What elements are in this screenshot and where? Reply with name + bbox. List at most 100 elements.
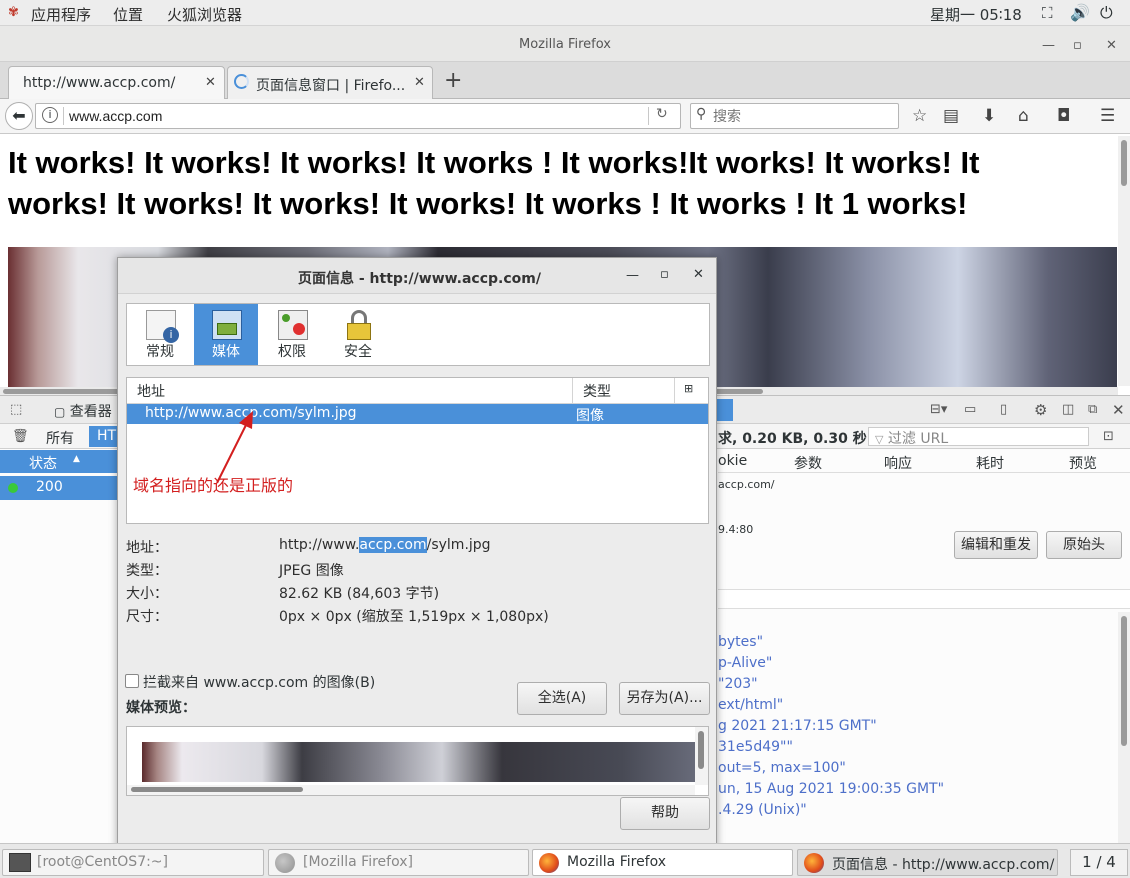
header-value: un, 15 Aug 2021 19:00:35 GMT" <box>718 781 945 797</box>
clock[interactable]: 星期一 05∶18 <box>930 4 1022 25</box>
filter-all-button[interactable]: 所有 <box>46 428 74 448</box>
scroll-thumb[interactable] <box>1121 140 1127 186</box>
filter-icon: ▽ <box>875 433 884 446</box>
trash-icon[interactable]: 🗑 <box>12 429 29 444</box>
power-icon[interactable]: ⏻ <box>1100 3 1113 23</box>
tab-inspector[interactable]: ▢ 查看器 <box>54 401 112 421</box>
column-picker-icon[interactable]: ⊞ <box>684 382 693 395</box>
tab-accp[interactable]: http://www.accp.com/ ✕ <box>8 66 225 99</box>
tab-strip: http://www.accp.com/ ✕ 页面信息窗口 | Firefo..… <box>0 62 1130 99</box>
preview-horizontal-scrollbar[interactable] <box>127 785 695 795</box>
requests-summary: 求, 0.20 KB, 0.30 秒 <box>718 431 867 447</box>
raw-headers-button[interactable]: 原始头 <box>1046 531 1122 559</box>
reading-list-icon[interactable]: ▤ <box>943 106 959 126</box>
page-heading: It works! It works! It works! It works !… <box>8 145 980 221</box>
tab-label: 媒体 <box>212 344 240 360</box>
downloads-icon[interactable]: ⬇ <box>982 106 996 126</box>
workspace-indicator[interactable]: 1 / 4 <box>1070 849 1128 876</box>
close-devtools-icon[interactable]: ✕ <box>1112 401 1125 419</box>
task-label: [root@CentOS7:~] <box>37 854 169 870</box>
tab-cookies[interactable]: okie <box>718 453 747 469</box>
search-input[interactable] <box>713 107 893 125</box>
new-tab-icon[interactable]: + <box>444 68 462 93</box>
filter-html-button[interactable]: HT <box>89 426 117 447</box>
network-icon[interactable]: ⛶ <box>1042 4 1053 22</box>
url-bar[interactable]: i ↻ <box>35 103 681 129</box>
address-value-selected: accp.com <box>359 537 427 553</box>
scroll-thumb[interactable] <box>1121 616 1127 746</box>
firefox-app-menu[interactable]: 火狐浏览器 <box>167 4 242 25</box>
scroll-thumb[interactable] <box>698 731 704 769</box>
toggle-sidebar-icon[interactable]: ⊡ <box>1103 429 1114 444</box>
reload-icon[interactable]: ↻ <box>656 106 668 122</box>
pocket-icon[interactable]: ◘ <box>1057 106 1070 126</box>
console-icon[interactable]: ▭ <box>964 402 976 417</box>
tab-label: 权限 <box>278 344 306 360</box>
tab-preview[interactable]: 预览 <box>1069 453 1097 473</box>
tab-timings[interactable]: 耗时 <box>976 453 1004 473</box>
minimize-icon[interactable]: — <box>626 268 639 283</box>
block-images-checkbox[interactable] <box>125 674 139 688</box>
tab-general[interactable]: i 常规 <box>128 304 192 365</box>
responsive-icon[interactable]: ▯ <box>1000 402 1007 417</box>
task-terminal[interactable]: [root@CentOS7:~] <box>2 849 264 876</box>
save-as-button[interactable]: 另存为(A)... <box>619 682 710 715</box>
applications-menu[interactable]: 应用程序 <box>31 4 91 25</box>
tab-label: 页面信息窗口 | Firefo... <box>256 78 406 94</box>
window-title: Mozilla Firefox <box>519 37 611 52</box>
permissions-icon <box>278 310 308 340</box>
task-firefox[interactable]: Mozilla Firefox <box>532 849 793 876</box>
places-menu[interactable]: 位置 <box>113 4 143 25</box>
filter-url-box[interactable]: ▽ 过滤 URL <box>868 427 1089 447</box>
close-icon[interactable]: ✕ <box>1106 38 1117 53</box>
page-vertical-scrollbar[interactable] <box>1118 136 1130 386</box>
home-icon[interactable]: ⌂ <box>1018 106 1029 126</box>
request-row[interactable]: 200 <box>0 476 118 500</box>
minimize-icon[interactable]: — <box>1042 38 1055 53</box>
url-input[interactable] <box>69 107 639 125</box>
search-bar[interactable]: ⚲ <box>690 103 899 129</box>
settings-gear-icon[interactable]: ⚙ <box>1034 401 1047 419</box>
tab-media[interactable]: 媒体 <box>194 304 258 365</box>
bookmark-star-icon[interactable]: ☆ <box>912 106 927 126</box>
size-label: 大小： <box>126 586 168 602</box>
edit-resend-button[interactable]: 编辑和重发 <box>954 531 1038 559</box>
media-icon <box>212 310 242 340</box>
close-tab-icon[interactable]: ✕ <box>414 75 425 90</box>
tab-page-info[interactable]: 页面信息窗口 | Firefo... ✕ <box>227 66 433 99</box>
info-icon[interactable]: i <box>42 107 58 123</box>
tab-response[interactable]: 响应 <box>884 453 912 473</box>
column-header-address[interactable]: 地址 <box>137 381 165 401</box>
document-info-icon: i <box>146 310 179 343</box>
maximize-icon[interactable]: ▫ <box>1073 38 1082 53</box>
headers-scrollbar[interactable] <box>1118 612 1130 844</box>
status-column-header[interactable]: 状态 ▲ <box>0 450 118 473</box>
dock-side-icon[interactable]: ◫ <box>1062 402 1074 417</box>
volume-icon[interactable]: 🔊 <box>1070 3 1090 22</box>
tab-permissions[interactable]: 权限 <box>260 304 324 365</box>
layout-icon[interactable]: ⊟▾ <box>930 402 947 417</box>
firefox-icon <box>539 853 559 873</box>
back-button[interactable]: ⬅ <box>5 102 33 130</box>
undock-icon[interactable]: ⧉ <box>1088 402 1097 417</box>
select-all-button[interactable]: 全选(A) <box>517 682 607 715</box>
tab-security[interactable]: 安全 <box>326 304 390 365</box>
block-images-label[interactable]: 拦截来自 www.accp.com 的图像(B) <box>143 672 375 692</box>
task-firefox-minimized[interactable]: [Mozilla Firefox] <box>268 849 529 876</box>
tab-params[interactable]: 参数 <box>794 453 822 473</box>
pick-element-icon[interactable]: ⬚ <box>10 402 22 417</box>
help-button[interactable]: 帮助 <box>620 797 710 830</box>
hamburger-menu-icon[interactable]: ☰ <box>1100 106 1115 126</box>
close-tab-icon[interactable]: ✕ <box>205 75 216 90</box>
address-value-prefix: http://www. <box>279 537 360 553</box>
column-header-type[interactable]: 类型 <box>583 381 611 401</box>
filter-url-placeholder: 过滤 URL <box>887 431 949 447</box>
scroll-thumb[interactable] <box>131 787 303 792</box>
preview-vertical-scrollbar[interactable] <box>695 727 708 785</box>
maximize-icon[interactable]: ▫ <box>660 267 669 282</box>
tab-label: http://www.accp.com/ <box>23 75 176 91</box>
task-page-info[interactable]: 页面信息 - http://www.accp.com/ <box>797 849 1058 876</box>
close-icon[interactable]: ✕ <box>693 267 704 282</box>
search-icon: ⚲ <box>696 106 707 122</box>
header-value: out=5, max=100" <box>718 760 846 776</box>
